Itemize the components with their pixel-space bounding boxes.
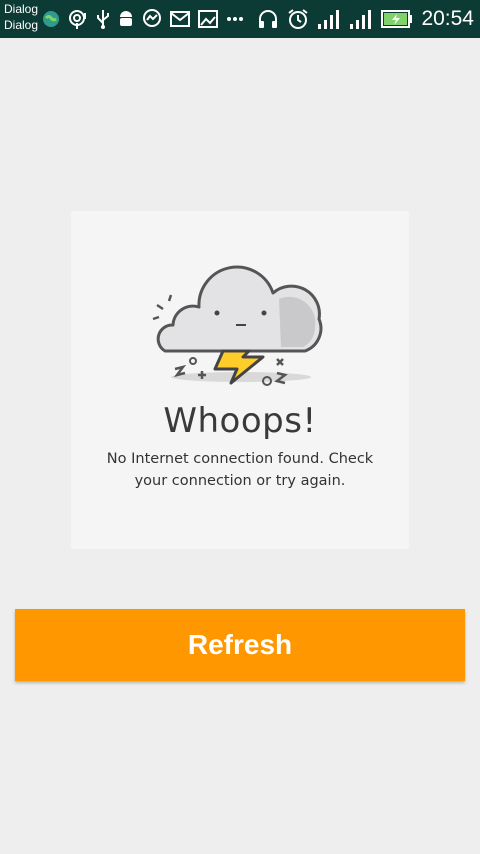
mail-icon [170, 11, 190, 27]
android-icon [120, 11, 132, 26]
more-icon [227, 17, 243, 21]
usb-icon [97, 10, 109, 29]
notification-line-1: Dialog [4, 2, 39, 16]
globe-icon [43, 11, 59, 27]
error-card: Whoops! No Internet connection found. Ch… [71, 211, 409, 549]
headphones-icon [259, 10, 278, 28]
battery-icon [381, 10, 413, 28]
signal-icon [318, 10, 340, 29]
notification-icons [42, 8, 244, 30]
error-message: No Internet connection found. Check your… [106, 451, 374, 489]
alarm-icon [288, 9, 309, 29]
messenger-icon [143, 9, 161, 27]
storm-cloud-illustration [152, 265, 323, 386]
refresh-button[interactable]: Refresh [15, 609, 465, 681]
clock-time: 20:54 [421, 7, 474, 30]
status-bar: Dialog Dialog 20:54 [0, 0, 480, 38]
signal-icon [350, 10, 372, 29]
notification-text: Dialog Dialog [4, 1, 38, 33]
mail-image-icon [198, 10, 218, 28]
error-title: Whoops! [163, 401, 317, 441]
hotspot-icon [69, 10, 86, 29]
system-icons: 20:54 [257, 6, 474, 32]
notification-line-2: Dialog [4, 18, 39, 32]
